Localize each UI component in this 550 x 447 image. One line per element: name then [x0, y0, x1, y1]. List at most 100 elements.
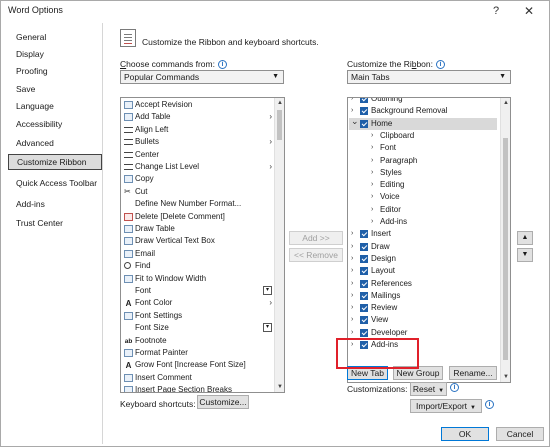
command-item[interactable]: Change List Level ›: [122, 161, 272, 173]
ribbon-tab-item[interactable]: ⌄ Home: [349, 116, 497, 130]
chevron-right-icon[interactable]: ›: [371, 216, 373, 228]
chevron-right-icon[interactable]: ›: [351, 314, 353, 326]
choose-commands-dropdown[interactable]: Popular Commands ▼: [120, 70, 284, 84]
command-item[interactable]: Fit to Window Width: [122, 273, 272, 285]
scroll-thumb[interactable]: [503, 138, 508, 360]
command-item[interactable]: Insert Comment: [122, 372, 272, 384]
info-icon[interactable]: i: [217, 60, 227, 69]
ribbon-tab-item[interactable]: › Background Removal: [349, 105, 497, 117]
chevron-right-icon[interactable]: ›: [371, 167, 373, 179]
customize-keyboard-button[interactable]: Customize...: [197, 395, 249, 409]
ribbon-tab-item[interactable]: › Insert: [349, 228, 497, 240]
command-item[interactable]: Define New Number Format...: [122, 198, 272, 210]
checkbox[interactable]: [360, 267, 368, 276]
scroll-up-icon[interactable]: ▲: [501, 98, 510, 108]
checkbox[interactable]: [360, 254, 368, 263]
command-item[interactable]: Font ▾: [122, 285, 272, 297]
move-down-button[interactable]: ▼: [517, 248, 533, 262]
command-item[interactable]: A Grow Font [Increase Font Size]: [122, 359, 272, 371]
nav-item-display[interactable]: Display: [8, 47, 102, 63]
ribbon-tab-item[interactable]: › Draw: [349, 241, 497, 253]
chevron-right-icon[interactable]: ›: [371, 191, 373, 203]
import-export-button[interactable]: Import/Export ▼: [410, 399, 482, 413]
command-item[interactable]: Draw Vertical Text Box: [122, 235, 272, 247]
command-item[interactable]: Copy: [122, 173, 272, 185]
command-item[interactable]: ✂ Cut: [122, 186, 272, 198]
ribbon-tab-item[interactable]: › Outlining: [349, 98, 497, 105]
rename-button[interactable]: Rename...: [449, 366, 497, 380]
nav-item-customize-ribbon[interactable]: Customize Ribbon: [8, 154, 102, 170]
info-icon[interactable]: i: [450, 383, 459, 392]
ribbon-tab-item[interactable]: › Review: [349, 302, 497, 314]
commands-scrollbar[interactable]: ▲ ▼: [274, 98, 284, 392]
scroll-thumb[interactable]: [277, 110, 282, 140]
command-item[interactable]: Find: [122, 260, 272, 272]
ribbon-group-item[interactable]: › Paragraph: [349, 155, 497, 167]
command-item[interactable]: Font Size ▾: [122, 322, 272, 334]
nav-item-accessibility[interactable]: Accessibility: [8, 117, 102, 133]
chevron-right-icon[interactable]: ›: [351, 327, 353, 339]
ribbon-tab-item[interactable]: › Design: [349, 253, 497, 265]
scroll-down-icon[interactable]: ▼: [275, 382, 284, 392]
checkbox[interactable]: [360, 304, 368, 313]
info-icon[interactable]: i: [436, 60, 445, 69]
nav-item-save[interactable]: Save: [8, 82, 102, 98]
ok-button[interactable]: OK: [441, 427, 489, 441]
chevron-right-icon[interactable]: ›: [351, 241, 353, 253]
chevron-right-icon[interactable]: ›: [351, 302, 353, 314]
chevron-right-icon[interactable]: ›: [371, 142, 373, 154]
chevron-right-icon[interactable]: ›: [371, 204, 373, 216]
command-item[interactable]: Email: [122, 248, 272, 260]
remove-button[interactable]: << Remove: [289, 248, 343, 262]
chevron-right-icon[interactable]: ›: [351, 278, 353, 290]
cancel-button[interactable]: Cancel: [496, 427, 544, 441]
info-icon[interactable]: i: [485, 400, 494, 409]
nav-item-add-ins[interactable]: Add-ins: [8, 197, 102, 213]
move-up-button[interactable]: ▲: [517, 231, 533, 245]
command-item[interactable]: Align Left: [122, 124, 272, 136]
commands-list[interactable]: ▲ ▼ Accept Revision Add Table › Align Left B…: [120, 97, 285, 393]
help-button[interactable]: ?: [487, 3, 505, 19]
chevron-right-icon[interactable]: ›: [351, 290, 353, 302]
command-item[interactable]: A Font Color ›: [122, 297, 272, 309]
command-item[interactable]: ab Footnote: [122, 335, 272, 347]
command-item[interactable]: Accept Revision: [122, 99, 272, 111]
checkbox[interactable]: [360, 230, 368, 239]
chevron-right-icon[interactable]: ›: [351, 253, 353, 265]
chevron-right-icon[interactable]: ›: [371, 130, 373, 142]
ribbon-group-item[interactable]: › Add-ins: [349, 216, 497, 228]
ribbon-group-item[interactable]: › Editing: [349, 179, 497, 191]
nav-item-language[interactable]: Language: [8, 99, 102, 115]
checkbox[interactable]: [360, 107, 368, 116]
command-item[interactable]: Format Painter: [122, 347, 272, 359]
chevron-right-icon[interactable]: ›: [351, 265, 353, 277]
checkbox[interactable]: [360, 98, 368, 103]
command-item[interactable]: Add Table ›: [122, 111, 272, 123]
ribbon-group-item[interactable]: › Editor: [349, 204, 497, 216]
checkbox[interactable]: [360, 279, 368, 288]
command-item[interactable]: Bullets ›: [122, 136, 272, 148]
reset-button[interactable]: Reset ▼: [410, 382, 447, 396]
command-item[interactable]: Font Settings: [122, 310, 272, 322]
ribbon-group-item[interactable]: › Voice: [349, 191, 497, 203]
nav-item-trust-center[interactable]: Trust Center: [8, 216, 102, 232]
chevron-right-icon[interactable]: ›: [371, 179, 373, 191]
nav-item-proofing[interactable]: Proofing: [8, 64, 102, 80]
checkbox[interactable]: [360, 291, 368, 300]
chevron-right-icon[interactable]: ›: [371, 155, 373, 167]
command-item[interactable]: Draw Table: [122, 223, 272, 235]
nav-item-general[interactable]: General: [8, 30, 102, 46]
add-button[interactable]: Add >>: [289, 231, 343, 245]
tree-scrollbar[interactable]: ▲ ▼: [500, 98, 510, 382]
chevron-right-icon[interactable]: ›: [351, 98, 353, 105]
nav-item-advanced[interactable]: Advanced: [8, 136, 102, 152]
ribbon-tab-item[interactable]: › Mailings: [349, 290, 497, 302]
ribbon-group-item[interactable]: › Clipboard: [349, 130, 497, 142]
ribbon-tab-item[interactable]: › References: [349, 278, 497, 290]
checkbox[interactable]: [360, 119, 368, 128]
customize-ribbon-dropdown[interactable]: Main Tabs ▼: [347, 70, 511, 84]
scroll-down-icon[interactable]: ▼: [501, 372, 510, 382]
checkbox[interactable]: [360, 242, 368, 251]
checkbox[interactable]: [360, 328, 368, 337]
command-item[interactable]: Center: [122, 149, 272, 161]
